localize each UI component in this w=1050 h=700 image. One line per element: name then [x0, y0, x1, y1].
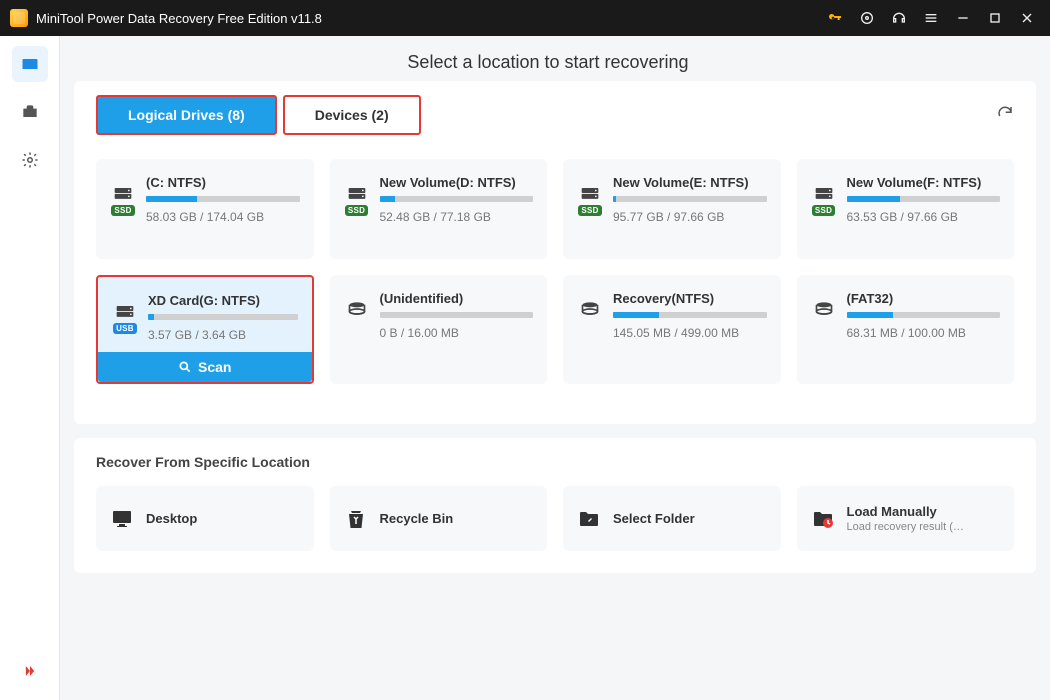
drive-badge: SSD — [578, 205, 601, 216]
drive-badge: SSD — [111, 205, 134, 216]
drive-card[interactable]: SSD New Volume(D: NTFS) 52.48 GB / 77.18… — [330, 159, 548, 259]
drive-size: 0 B / 16.00 MB — [380, 326, 534, 340]
drives-panel: Logical Drives (8) Devices (2) SSD (C: N… — [74, 81, 1036, 424]
location-label: Recycle Bin — [380, 511, 454, 526]
sidebar-expand-icon[interactable] — [20, 661, 40, 686]
drive-badge: SSD — [345, 205, 368, 216]
key-icon[interactable] — [826, 9, 844, 27]
disc-icon[interactable] — [858, 9, 876, 27]
drive-card[interactable]: (Unidentified) 0 B / 16.00 MB — [330, 275, 548, 384]
location-desktop[interactable]: Desktop — [96, 486, 314, 551]
scan-label: Scan — [198, 359, 231, 375]
menu-icon[interactable] — [922, 9, 940, 27]
drive-icon — [344, 291, 370, 368]
folder-icon — [577, 507, 601, 531]
drive-icon: SSD — [344, 175, 370, 243]
app-logo — [10, 9, 28, 27]
drive-icon: SSD — [110, 175, 136, 243]
drive-name: (Unidentified) — [380, 291, 534, 306]
drive-name: New Volume(E: NTFS) — [613, 175, 767, 190]
sidebar-toolbox-icon[interactable] — [12, 94, 48, 130]
drive-name: XD Card(G: NTFS) — [148, 293, 298, 308]
drive-name: New Volume(F: NTFS) — [847, 175, 1001, 190]
title-bar: MiniTool Power Data Recovery Free Editio… — [0, 0, 1050, 36]
desktop-icon — [110, 507, 134, 531]
usage-bar — [148, 314, 298, 320]
drive-name: (FAT32) — [847, 291, 1001, 306]
drive-name: Recovery(NTFS) — [613, 291, 767, 306]
usage-bar — [146, 196, 300, 202]
minimize-icon[interactable] — [954, 9, 972, 27]
close-icon[interactable] — [1018, 9, 1036, 27]
drive-badge: SSD — [812, 205, 835, 216]
usage-bar — [380, 196, 534, 202]
location-load[interactable]: Load Manually Load recovery result (*.... — [797, 486, 1015, 551]
usage-bar — [613, 312, 767, 318]
drive-card[interactable]: SSD New Volume(F: NTFS) 63.53 GB / 97.66… — [797, 159, 1015, 259]
load-icon — [811, 507, 835, 531]
scan-button[interactable]: Scan — [98, 352, 312, 382]
recycle-icon — [344, 507, 368, 531]
drive-size: 52.48 GB / 77.18 GB — [380, 210, 534, 224]
drive-badge: USB — [113, 323, 137, 334]
drive-size: 68.31 MB / 100.00 MB — [847, 326, 1001, 340]
drive-size: 3.57 GB / 3.64 GB — [148, 328, 298, 342]
drive-name: New Volume(D: NTFS) — [380, 175, 534, 190]
sidebar — [0, 36, 60, 700]
location-sublabel: Load recovery result (*.... — [847, 521, 967, 533]
page-headline: Select a location to start recovering — [60, 36, 1036, 81]
locations-header: Recover From Specific Location — [96, 454, 1014, 470]
drive-card[interactable]: SSD (C: NTFS) 58.03 GB / 174.04 GB — [96, 159, 314, 259]
drive-icon: SSD — [811, 175, 837, 243]
location-label: Select Folder — [613, 511, 695, 526]
refresh-icon[interactable] — [996, 104, 1014, 127]
usage-bar — [847, 312, 1001, 318]
drive-size: 145.05 MB / 499.00 MB — [613, 326, 767, 340]
drive-card[interactable]: (FAT32) 68.31 MB / 100.00 MB — [797, 275, 1015, 384]
drive-icon — [577, 291, 603, 368]
headset-icon[interactable] — [890, 9, 908, 27]
drive-size: 95.77 GB / 97.66 GB — [613, 210, 767, 224]
location-label: Load Manually — [847, 504, 937, 519]
drive-icon: SSD — [577, 175, 603, 243]
drive-icon — [811, 291, 837, 368]
drive-card[interactable]: Recovery(NTFS) 145.05 MB / 499.00 MB — [563, 275, 781, 384]
drive-card[interactable]: SSD New Volume(E: NTFS) 95.77 GB / 97.66… — [563, 159, 781, 259]
location-folder[interactable]: Select Folder — [563, 486, 781, 551]
maximize-icon[interactable] — [986, 9, 1004, 27]
location-recycle[interactable]: Recycle Bin — [330, 486, 548, 551]
tab-devices[interactable]: Devices (2) — [283, 95, 421, 135]
usage-bar — [380, 312, 534, 318]
locations-panel: Recover From Specific Location Desktop Re… — [74, 438, 1036, 573]
usage-bar — [847, 196, 1001, 202]
drive-size: 58.03 GB / 174.04 GB — [146, 210, 300, 224]
usage-bar — [613, 196, 767, 202]
sidebar-settings-icon[interactable] — [12, 142, 48, 178]
drive-card[interactable]: USB XD Card(G: NTFS) 3.57 GB / 3.64 GB S… — [96, 275, 314, 384]
tab-logical-drives[interactable]: Logical Drives (8) — [96, 95, 277, 135]
location-label: Desktop — [146, 511, 197, 526]
drive-size: 63.53 GB / 97.66 GB — [847, 210, 1001, 224]
app-title: MiniTool Power Data Recovery Free Editio… — [36, 11, 322, 26]
drive-name: (C: NTFS) — [146, 175, 300, 190]
drive-icon: USB — [112, 293, 138, 342]
sidebar-recovery-icon[interactable] — [12, 46, 48, 82]
